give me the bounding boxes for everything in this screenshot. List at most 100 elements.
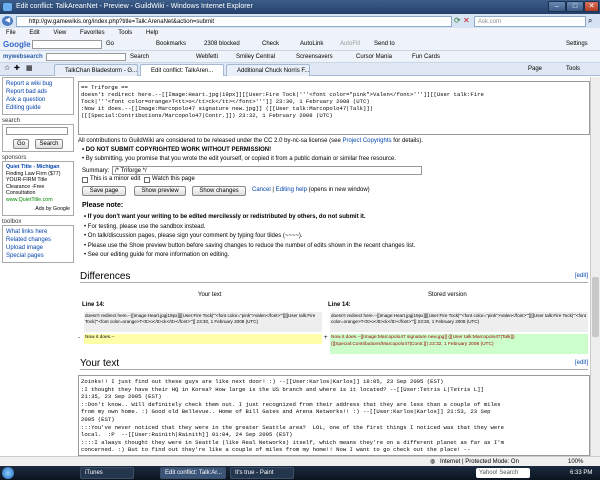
your-text-textarea[interactable]: Zoinks!! I just find out these guys are … — [78, 375, 590, 456]
your-text-edit-link[interactable]: [edit] — [575, 360, 588, 366]
search-input[interactable]: Ask.com — [474, 16, 586, 27]
bookmarks-button[interactable]: Bookmarks — [156, 38, 186, 51]
websearch-search-button[interactable]: Search — [130, 51, 149, 63]
websearch-input[interactable] — [46, 53, 126, 61]
taskbar-edit-conflict[interactable]: Edit conflict: Talk:Ar... — [160, 467, 226, 479]
show-changes-button[interactable]: Show changes — [192, 186, 246, 196]
please-note-heading: Please note: — [82, 202, 124, 209]
sidebar-link-ask-question[interactable]: Ask a question — [6, 96, 70, 104]
settings-button[interactable]: Settings — [566, 38, 588, 51]
cursor-mania-button[interactable]: Cursor Mania — [356, 51, 392, 63]
webfetti-button[interactable]: Webfetti — [196, 51, 218, 63]
text-line: :::You've never noticed that they were i… — [81, 423, 504, 431]
toolbox-what-links-here[interactable]: What links here — [6, 228, 70, 236]
text-line: 21:35, 23 Sep 2005 (EST) — [81, 393, 162, 401]
tab-chuck-norris[interactable]: Additional Chuck Norris F... — [226, 64, 310, 76]
minor-edit-checkbox[interactable] — [82, 177, 88, 183]
copyright-warning: • DO NOT SUBMIT COPYRIGHTED WORK WITHOUT… — [82, 147, 272, 153]
ad-url-link[interactable]: www.QuietTitle.com — [6, 197, 70, 204]
toolbox-special-pages[interactable]: Special pages — [6, 252, 70, 260]
sidebar-link-report-bug[interactable]: Report a wiki bug — [6, 80, 70, 88]
popup-blocked-count[interactable]: 2308 blocked — [204, 38, 240, 51]
autolink-button[interactable]: AutoLink — [300, 38, 323, 51]
tab-label: TalkChan Bladestorm - G... — [65, 68, 138, 74]
close-button[interactable]: ✕ — [584, 1, 599, 12]
tools-menu-button[interactable]: Tools — [566, 63, 580, 75]
add-favorites-icon[interactable]: ✚ — [14, 63, 20, 75]
toolbox-related-changes[interactable]: Related changes — [6, 236, 70, 244]
window-title-bar: Edit conflict: TalkAreanNet - Preview - … — [0, 0, 600, 14]
watch-page-checkbox[interactable] — [144, 177, 150, 183]
toolbox-upload-image[interactable]: Upload image — [6, 244, 70, 252]
sidebar-toolbox: What links here Related changes Upload i… — [2, 224, 74, 263]
google-go-button[interactable]: Go — [106, 38, 114, 51]
sidebar: Report a wiki bug Report bad ads Ask a q… — [2, 77, 74, 263]
diff-added-line: Now it does.--[[Image:Marcopolo47 signat… — [330, 334, 588, 354]
tab-edit-conflict[interactable]: Edit conflict: TalkAren... — [140, 64, 224, 76]
menu-favorites[interactable]: Favorites — [80, 30, 105, 36]
submit-promise-text: By submitting, you promise that you wrot… — [85, 156, 396, 162]
differences-heading: Differences [edit] — [80, 271, 588, 283]
sidebar-link-editing-guide[interactable]: Editing guide — [6, 104, 70, 112]
menu-edit[interactable]: Edit — [29, 30, 39, 36]
address-field[interactable]: http://gw.gamewikis.org/index.php?title=… — [16, 16, 452, 27]
project-copyrights-link[interactable]: Project Copyrights — [342, 138, 391, 144]
summary-input[interactable]: /* Triforge */ — [112, 166, 422, 175]
fun-cards-button[interactable]: Fun Cards — [412, 51, 440, 63]
minimize-button[interactable]: – — [548, 1, 566, 12]
google-search-input[interactable] — [32, 40, 102, 49]
menu-tools[interactable]: Tools — [118, 30, 132, 36]
diff-deleted-line: Now it does.-- — [84, 334, 322, 344]
menu-view[interactable]: View — [53, 30, 66, 36]
send-to-button[interactable]: Send to — [374, 38, 395, 51]
summary-label: Summary: — [82, 168, 110, 174]
cancel-link[interactable]: Cancel — [252, 187, 271, 193]
ads-by-google[interactable]: Ads by Google — [6, 206, 70, 213]
autofill-button[interactable]: AutoFill — [340, 38, 360, 51]
smiley-central-button[interactable]: Smiley Central — [236, 51, 275, 63]
page-content: Report a wiki bug Report bad ads Ask a q… — [0, 77, 590, 456]
diff-minus: - — [78, 335, 80, 341]
maximize-button[interactable]: □ — [566, 1, 584, 12]
page-scrollbar[interactable] — [590, 77, 600, 456]
spellcheck-button[interactable]: Check — [262, 38, 279, 51]
favorites-star-icon[interactable]: ☆ — [4, 63, 10, 75]
sidebar-search-input[interactable] — [6, 127, 68, 135]
show-preview-button[interactable]: Show preview — [134, 186, 186, 196]
taskbar: iTunes Edit conflict: Talk:Ar... It's tr… — [0, 466, 600, 480]
menu-file[interactable]: File — [6, 30, 16, 36]
save-page-button[interactable]: Save page — [82, 186, 126, 196]
minor-edit-label: This is a minor edit — [90, 176, 141, 182]
menu-help[interactable]: Help — [146, 30, 158, 36]
sidebar-search-button[interactable]: Search — [35, 139, 63, 149]
screensavers-button[interactable]: Screensavers — [296, 51, 333, 63]
differences-edit-link[interactable]: [edit] — [575, 273, 588, 279]
yahoo-search-box[interactable]: Yahoo! Search — [476, 468, 530, 478]
search-icon[interactable]: ⌕ — [588, 16, 592, 26]
differences-title: Differences — [80, 271, 131, 282]
submit-promise: • By submitting, you promise that you wr… — [82, 156, 396, 162]
refresh-icon[interactable]: ⟳ — [454, 16, 461, 25]
start-orb-icon[interactable] — [2, 467, 14, 479]
sidebar-link-report-ads[interactable]: Report bad ads — [6, 88, 70, 96]
stop-icon[interactable]: ✕ — [463, 16, 470, 25]
page-menu-button[interactable]: Page — [528, 63, 542, 75]
license-tail: for details). — [393, 138, 423, 144]
editing-help-tail: (opens in new window) — [308, 187, 370, 193]
your-text-title: Your text — [80, 358, 120, 369]
note-item: • If you don't want your writing to be e… — [84, 214, 366, 220]
note-item: • For testing, please use the sandbox in… — [84, 223, 206, 230]
edit-textarea[interactable]: == Triforge == doesn't redirect here.--[[… — [78, 81, 590, 135]
back-arrow-icon[interactable]: ◀ — [2, 16, 13, 26]
text-line: 2005 (EST) — [81, 415, 115, 423]
tab-list-icon[interactable]: ▦ — [26, 63, 33, 75]
taskbar-itunes[interactable]: iTunes — [80, 467, 134, 479]
diff-line-right: Line 14: — [328, 302, 351, 308]
text-line: local. :P --[[User:Rainith|Rainith]] 01:… — [81, 431, 293, 439]
tab-talkchan-bladestorm[interactable]: TalkChan Bladestorm - G... — [54, 64, 138, 76]
scrollbar-thumb[interactable] — [592, 277, 599, 337]
diff-plus: + — [324, 335, 328, 341]
editing-help-link[interactable]: Editing help — [276, 187, 307, 193]
taskbar-paint[interactable]: It's true - Paint — [230, 467, 294, 479]
sidebar-go-button[interactable]: Go — [13, 139, 29, 149]
